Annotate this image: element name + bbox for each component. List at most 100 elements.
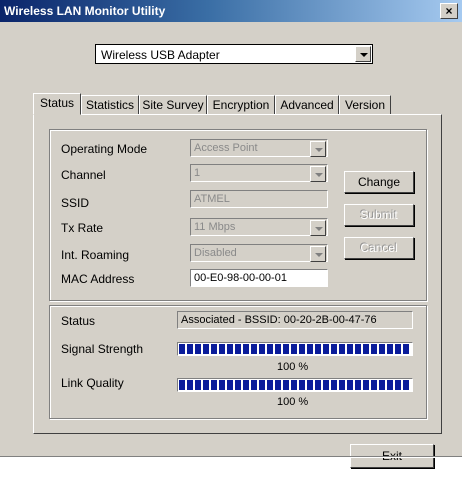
signal-strength-segment bbox=[211, 344, 217, 354]
link-quality-segment bbox=[275, 380, 281, 390]
link-quality-bar bbox=[177, 378, 413, 392]
operating-mode-select[interactable]: Access Point bbox=[190, 139, 328, 157]
tab-site-survey[interactable]: Site Survey bbox=[139, 95, 207, 114]
link-quality-segment bbox=[363, 380, 369, 390]
link-quality-segment bbox=[347, 380, 353, 390]
signal-strength-segment bbox=[227, 344, 233, 354]
signal-strength-segment bbox=[243, 344, 249, 354]
signal-strength-segment bbox=[315, 344, 321, 354]
ssid-label: SSID bbox=[61, 196, 90, 210]
int-roaming-dropdown-button[interactable] bbox=[310, 246, 326, 262]
link-quality-segment bbox=[251, 380, 257, 390]
signal-strength-segment bbox=[363, 344, 369, 354]
link-quality-segment bbox=[371, 380, 377, 390]
status-value: Associated - BSSID: 00-20-2B-00-47-76 bbox=[177, 311, 413, 329]
signal-strength-segment bbox=[355, 344, 361, 354]
tab-encryption[interactable]: Encryption bbox=[207, 95, 275, 114]
tx-rate-label: Tx Rate bbox=[61, 221, 104, 235]
link-quality-segment bbox=[187, 380, 193, 390]
adapter-dropdown-value: Wireless USB Adapter bbox=[101, 48, 220, 62]
int-roaming-label: Int. Roaming bbox=[61, 248, 130, 262]
signal-strength-segment bbox=[195, 344, 201, 354]
tab-status[interactable]: Status bbox=[33, 93, 81, 115]
int-roaming-select[interactable]: Disabled bbox=[190, 244, 328, 262]
submit-button[interactable]: Submit bbox=[344, 204, 414, 226]
signal-strength-segment bbox=[323, 344, 329, 354]
signal-strength-segment bbox=[371, 344, 377, 354]
link-quality-segment bbox=[299, 380, 305, 390]
operating-mode-label: Operating Mode bbox=[61, 142, 148, 156]
title-bar[interactable]: Wireless LAN Monitor Utility × bbox=[0, 0, 462, 22]
signal-strength-segment bbox=[187, 344, 193, 354]
mac-address-label: MAC Address bbox=[61, 272, 135, 286]
signal-strength-percent: 100 % bbox=[277, 361, 309, 373]
signal-strength-segment bbox=[291, 344, 297, 354]
chevron-down-icon bbox=[360, 53, 368, 57]
link-quality-segment bbox=[379, 380, 385, 390]
link-quality-segment bbox=[307, 380, 313, 390]
link-quality-segment bbox=[267, 380, 273, 390]
chevron-down-icon bbox=[315, 253, 323, 257]
change-button[interactable]: Change bbox=[344, 171, 414, 193]
link-quality-segment bbox=[395, 380, 401, 390]
cancel-button[interactable]: Cancel bbox=[344, 237, 414, 259]
signal-strength-bar bbox=[177, 342, 413, 356]
int-roaming-value: Disabled bbox=[194, 247, 237, 259]
channel-dropdown-button[interactable] bbox=[310, 166, 326, 182]
tx-rate-dropdown-button[interactable] bbox=[310, 220, 326, 236]
link-quality-segment bbox=[403, 380, 409, 390]
operating-mode-dropdown-button[interactable] bbox=[310, 141, 326, 157]
chevron-down-icon bbox=[315, 148, 323, 152]
link-quality-segment bbox=[339, 380, 345, 390]
link-quality-segment bbox=[235, 380, 241, 390]
signal-strength-segment bbox=[299, 344, 305, 354]
status-label: Status bbox=[61, 314, 96, 328]
signal-strength-segment bbox=[219, 344, 225, 354]
mac-address-field[interactable]: 00-E0-98-00-00-01 bbox=[190, 269, 328, 287]
link-quality-segment bbox=[259, 380, 265, 390]
link-quality-segment bbox=[211, 380, 217, 390]
signal-strength-segment bbox=[235, 344, 241, 354]
channel-select[interactable]: 1 bbox=[190, 164, 328, 182]
link-quality-percent: 100 % bbox=[277, 396, 309, 408]
chevron-down-icon bbox=[315, 227, 323, 231]
adapter-dropdown-button[interactable] bbox=[355, 46, 371, 62]
tx-rate-select[interactable]: 11 Mbps bbox=[190, 218, 328, 236]
signal-strength-label: Signal Strength bbox=[61, 342, 144, 356]
close-button[interactable]: × bbox=[440, 3, 458, 19]
signal-strength-segment bbox=[339, 344, 345, 354]
app-window: Wireless LAN Monitor Utility × Wireless … bbox=[0, 0, 462, 468]
tab-version[interactable]: Version bbox=[339, 95, 391, 114]
tx-rate-value: 11 Mbps bbox=[194, 221, 236, 233]
ssid-field[interactable]: ATMEL bbox=[190, 190, 328, 208]
adapter-dropdown[interactable]: Wireless USB Adapter bbox=[95, 44, 373, 64]
operating-mode-value: Access Point bbox=[194, 142, 258, 154]
link-quality-segment bbox=[227, 380, 233, 390]
signal-strength-segment bbox=[307, 344, 313, 354]
link-quality-segment bbox=[195, 380, 201, 390]
signal-strength-segment bbox=[403, 344, 409, 354]
link-quality-segment bbox=[291, 380, 297, 390]
close-icon: × bbox=[445, 4, 453, 18]
signal-strength-segment bbox=[203, 344, 209, 354]
link-quality-segment bbox=[331, 380, 337, 390]
link-quality-segment bbox=[387, 380, 393, 390]
chevron-down-icon bbox=[315, 173, 323, 177]
signal-strength-segment bbox=[267, 344, 273, 354]
signal-strength-segment bbox=[283, 344, 289, 354]
signal-strength-segment bbox=[395, 344, 401, 354]
signal-strength-segment bbox=[331, 344, 337, 354]
signal-strength-segment bbox=[259, 344, 265, 354]
link-quality-segment bbox=[243, 380, 249, 390]
bottom-divider bbox=[0, 456, 462, 458]
tab-statistics[interactable]: Statistics bbox=[81, 95, 139, 114]
link-quality-segment bbox=[323, 380, 329, 390]
channel-label: Channel bbox=[61, 168, 106, 182]
link-quality-segment bbox=[203, 380, 209, 390]
channel-value: 1 bbox=[194, 167, 201, 179]
signal-strength-segment bbox=[275, 344, 281, 354]
link-quality-segment bbox=[219, 380, 225, 390]
ssid-value: ATMEL bbox=[194, 193, 230, 205]
tab-advanced[interactable]: Advanced bbox=[275, 95, 339, 114]
signal-strength-segment bbox=[179, 344, 185, 354]
